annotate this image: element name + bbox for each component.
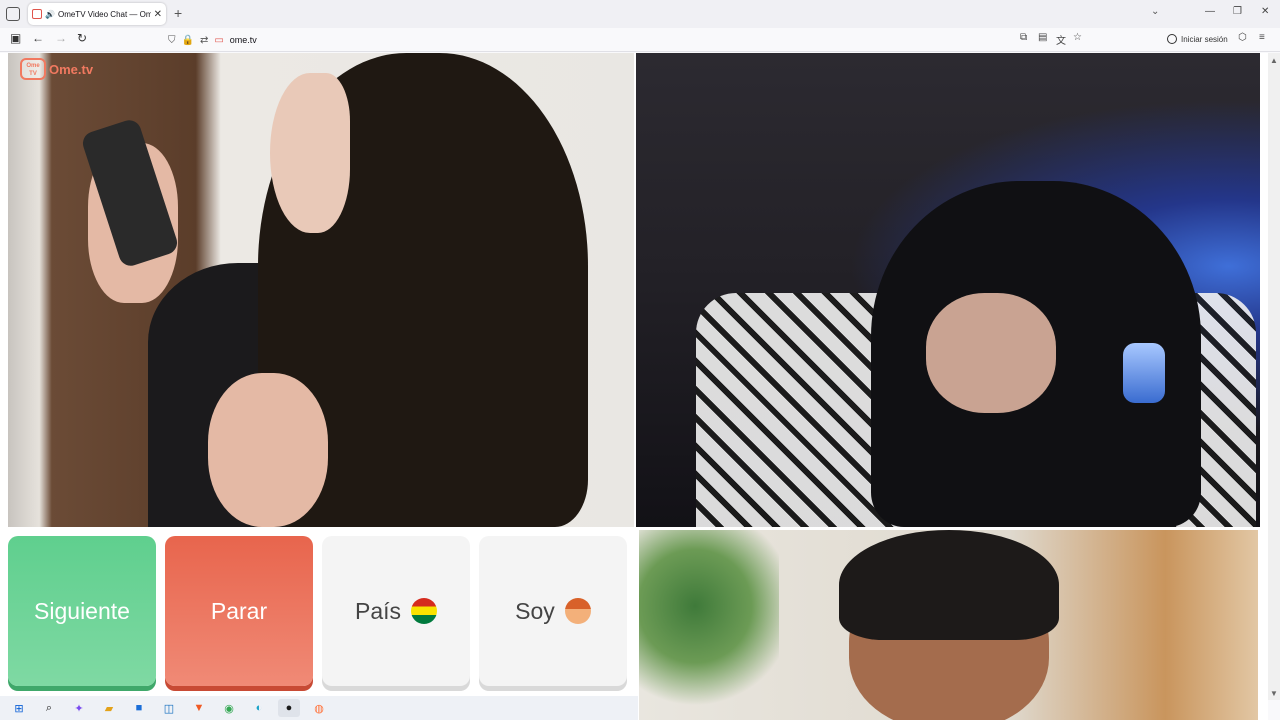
remote-video: Ome TV Ome.tv (8, 53, 634, 527)
back-button[interactable]: ← (32, 31, 44, 45)
browser-nav-bar: ▣ ← → ↻ ⛉ 🔒 ⇄ ▭ ome.tv ⧉ ▤ 文 ☆ Iniciar s… (0, 28, 1280, 52)
remote-figure-face (270, 73, 350, 233)
close-tab-icon[interactable]: ✕ (154, 9, 162, 20)
obs-icon[interactable]: ● (278, 699, 300, 717)
windows-start-icon[interactable]: ⊞ (8, 699, 30, 717)
firefox-icon[interactable]: ◍ (308, 699, 330, 717)
edge-icon[interactable]: ◐ (248, 699, 270, 717)
translate-icon[interactable]: 文 (1056, 32, 1066, 47)
scroll-up-icon[interactable]: ▲ (1270, 56, 1278, 65)
next-button[interactable]: Siguiente (8, 536, 156, 686)
shield-icon[interactable]: ⛉ (168, 35, 176, 46)
overlay-figure-hair (839, 530, 1059, 640)
search-icon[interactable]: ⌕ (38, 699, 60, 717)
file-explorer-icon[interactable]: ▰ (98, 699, 120, 717)
local-figure-face (926, 293, 1056, 413)
extensions-icon[interactable]: ⬡ (1238, 32, 1247, 43)
signin-button[interactable]: Iniciar sesión (1167, 34, 1228, 44)
speaker-icon[interactable]: 🔊 (45, 10, 55, 19)
copilot-icon[interactable]: ✦ (68, 699, 90, 717)
new-tab-button[interactable]: + (174, 5, 182, 21)
bolivia-flag-icon (411, 598, 438, 624)
reload-button[interactable]: ↻ (77, 31, 87, 45)
close-window-button[interactable]: ✕ (1261, 6, 1269, 17)
boy-emoji-icon (564, 598, 591, 624)
url-text[interactable]: ome.tv (230, 35, 257, 45)
chrome-icon[interactable]: ◉ (218, 699, 240, 717)
stop-button[interactable]: Parar (165, 536, 313, 686)
stop-label: Parar (210, 597, 268, 624)
minimize-button[interactable]: — (1205, 6, 1215, 17)
lock-icon[interactable]: 🔒 (182, 35, 194, 46)
country-filter-button[interactable]: País (322, 536, 470, 686)
screenshot-icon[interactable]: ⧉ (1020, 32, 1027, 43)
camera-permission-icon[interactable]: ▭ (214, 35, 223, 46)
page-scrollbar[interactable]: ▲ ▼ (1268, 53, 1280, 700)
ometv-logo-mark: Ome TV (20, 58, 46, 80)
gender-label: Soy (515, 597, 555, 624)
app-menu-icon[interactable]: ≡ (1259, 32, 1265, 43)
gender-filter-button[interactable]: Soy (479, 536, 627, 686)
ometv-logo: Ome TV Ome.tv (20, 58, 93, 80)
signin-label: Iniciar sesión (1181, 34, 1228, 44)
tab-list-icon[interactable] (6, 7, 20, 21)
browser-tab[interactable]: 🔊 OmeTV Video Chat — Ome ✕ (28, 3, 166, 25)
local-video (636, 53, 1260, 527)
tab-title: OmeTV Video Chat — Ome (57, 9, 151, 19)
browser-tab-bar: 🔊 OmeTV Video Chat — Ome ✕ + ⌄ — ❐ ✕ (0, 0, 1280, 28)
scroll-down-icon[interactable]: ▼ (1270, 689, 1278, 698)
ometv-favicon-icon (32, 9, 42, 19)
bookmark-star-icon[interactable]: ☆ (1073, 32, 1082, 43)
store-icon[interactable]: ■ (128, 699, 150, 717)
next-label: Siguiente (34, 597, 130, 624)
address-bar[interactable]: ⛉ 🔒 ⇄ ▭ ome.tv (168, 30, 948, 50)
ometv-logo-text: Ome.tv (49, 61, 94, 77)
permissions-icon[interactable]: ⇄ (200, 35, 208, 46)
list-tabs-icon[interactable]: ⌄ (1151, 6, 1159, 17)
ometv-page: Ome TV Ome.tv Siguiente Parar País Soy (0, 53, 1268, 720)
windows-taskbar: ⊞ ⌕ ✦ ▰ ■ ◫ ▼ ◉ ◐ ● ◍ (0, 696, 638, 720)
brave-icon[interactable]: ▼ (188, 699, 210, 717)
country-label: País (354, 597, 402, 624)
overlay-video (639, 530, 1258, 720)
restore-button[interactable]: ❐ (1233, 6, 1242, 17)
reader-view-icon[interactable]: ▤ (1038, 32, 1047, 43)
forward-button[interactable]: → (55, 31, 67, 45)
overlay-plant (639, 530, 779, 720)
outlook-icon[interactable]: ◫ (158, 699, 180, 717)
local-lamp (1123, 343, 1165, 403)
remote-figure-hand-2 (208, 373, 328, 527)
sidebar-icon[interactable]: ▣ (10, 31, 21, 45)
account-icon (1167, 34, 1177, 44)
